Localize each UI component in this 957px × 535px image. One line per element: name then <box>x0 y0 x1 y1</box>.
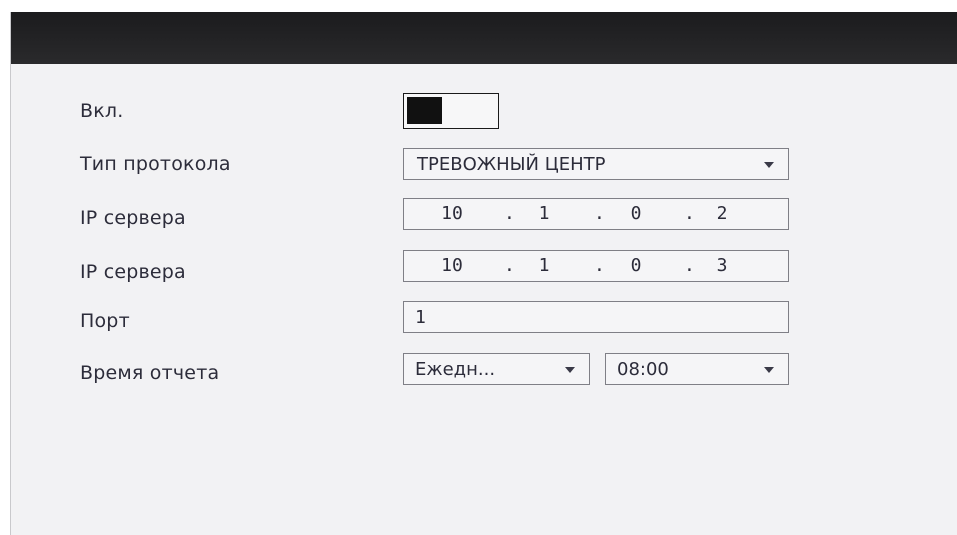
chevron-down-icon <box>764 367 774 373</box>
report-frequency-value: Ежедн... <box>415 359 496 380</box>
ip-separator: . <box>594 255 605 276</box>
top-bar <box>11 12 957 64</box>
ip-separator: . <box>504 255 515 276</box>
server-ip-label-1: IP сервера <box>80 207 186 229</box>
ip-octet-3[interactable]: 0 <box>616 203 656 224</box>
enable-toggle[interactable] <box>403 93 499 129</box>
toggle-knob <box>407 97 442 124</box>
ip-octet-4[interactable]: 3 <box>702 255 742 276</box>
server-ip-label-2: IP сервера <box>80 261 186 283</box>
settings-screen: Вкл. Тип протокола ТРЕВОЖНЫЙ ЦЕНТР IP се… <box>10 12 957 535</box>
report-time-value: 08:00 <box>617 359 669 380</box>
server-ip-field-2[interactable]: 10 . 1 . 0 . 3 <box>403 250 789 282</box>
port-input[interactable]: 1 <box>403 301 789 333</box>
ip-separator: . <box>504 203 515 224</box>
port-label: Порт <box>80 310 130 332</box>
ip-octet-2[interactable]: 1 <box>524 203 564 224</box>
protocol-type-label: Тип протокола <box>80 153 231 175</box>
chevron-down-icon <box>764 162 774 168</box>
ip-separator: . <box>684 255 695 276</box>
ip-separator: . <box>684 203 695 224</box>
protocol-type-dropdown[interactable]: ТРЕВОЖНЫЙ ЦЕНТР <box>403 148 789 180</box>
enable-label: Вкл. <box>80 100 124 122</box>
ip-octet-4[interactable]: 2 <box>702 203 742 224</box>
server-ip-field-1[interactable]: 10 . 1 . 0 . 2 <box>403 198 789 230</box>
report-frequency-dropdown[interactable]: Ежедн... <box>403 353 590 385</box>
port-value: 1 <box>415 307 426 328</box>
ip-octet-1[interactable]: 10 <box>432 203 472 224</box>
ip-octet-2[interactable]: 1 <box>524 255 564 276</box>
report-time-dropdown[interactable]: 08:00 <box>605 353 789 385</box>
chevron-down-icon <box>565 367 575 373</box>
protocol-type-value: ТРЕВОЖНЫЙ ЦЕНТР <box>417 154 606 175</box>
ip-separator: . <box>594 203 605 224</box>
ip-octet-1[interactable]: 10 <box>432 255 472 276</box>
report-time-label: Время отчета <box>80 362 220 384</box>
ip-octet-3[interactable]: 0 <box>616 255 656 276</box>
